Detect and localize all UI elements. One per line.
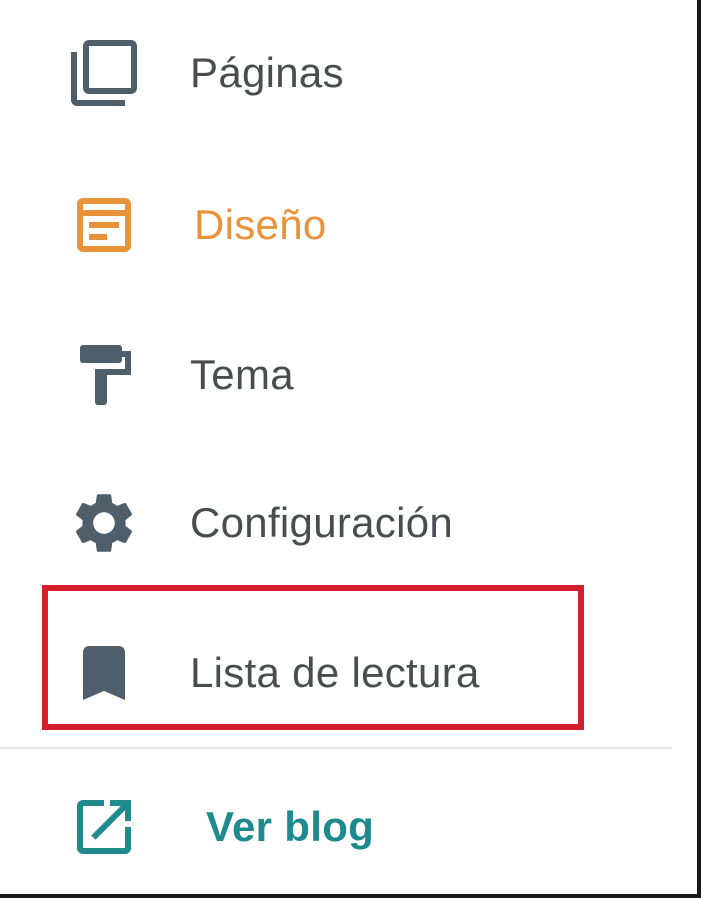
sidebar-item-label: Lista de lectura <box>190 649 480 696</box>
sidebar-item-diseno[interactable]: Diseño <box>0 180 660 270</box>
sidebar-item-label: Tema <box>190 351 294 398</box>
divider <box>0 747 672 749</box>
layout-icon <box>68 189 140 261</box>
pages-icon <box>68 37 140 109</box>
sidebar-item-lista-de-lectura[interactable]: Lista de lectura <box>0 628 660 718</box>
sidebar-item-label: Diseño <box>194 201 327 248</box>
paint-roller-icon <box>68 339 140 411</box>
sidebar-item-label: Páginas <box>190 49 344 96</box>
blogger-sidebar-panel: Páginas Diseño Tema Configuración Lista … <box>0 0 701 898</box>
sidebar-item-tema[interactable]: Tema <box>0 330 660 420</box>
gear-icon <box>68 487 140 559</box>
sidebar-item-paginas[interactable]: Páginas <box>0 28 660 118</box>
view-blog-link[interactable]: Ver blog <box>0 782 660 872</box>
view-blog-label: Ver blog <box>206 803 375 850</box>
sidebar-item-label: Configuración <box>190 499 454 546</box>
sidebar-item-configuracion[interactable]: Configuración <box>0 478 660 568</box>
open-in-new-icon <box>68 791 140 863</box>
bookmark-icon <box>68 637 140 709</box>
